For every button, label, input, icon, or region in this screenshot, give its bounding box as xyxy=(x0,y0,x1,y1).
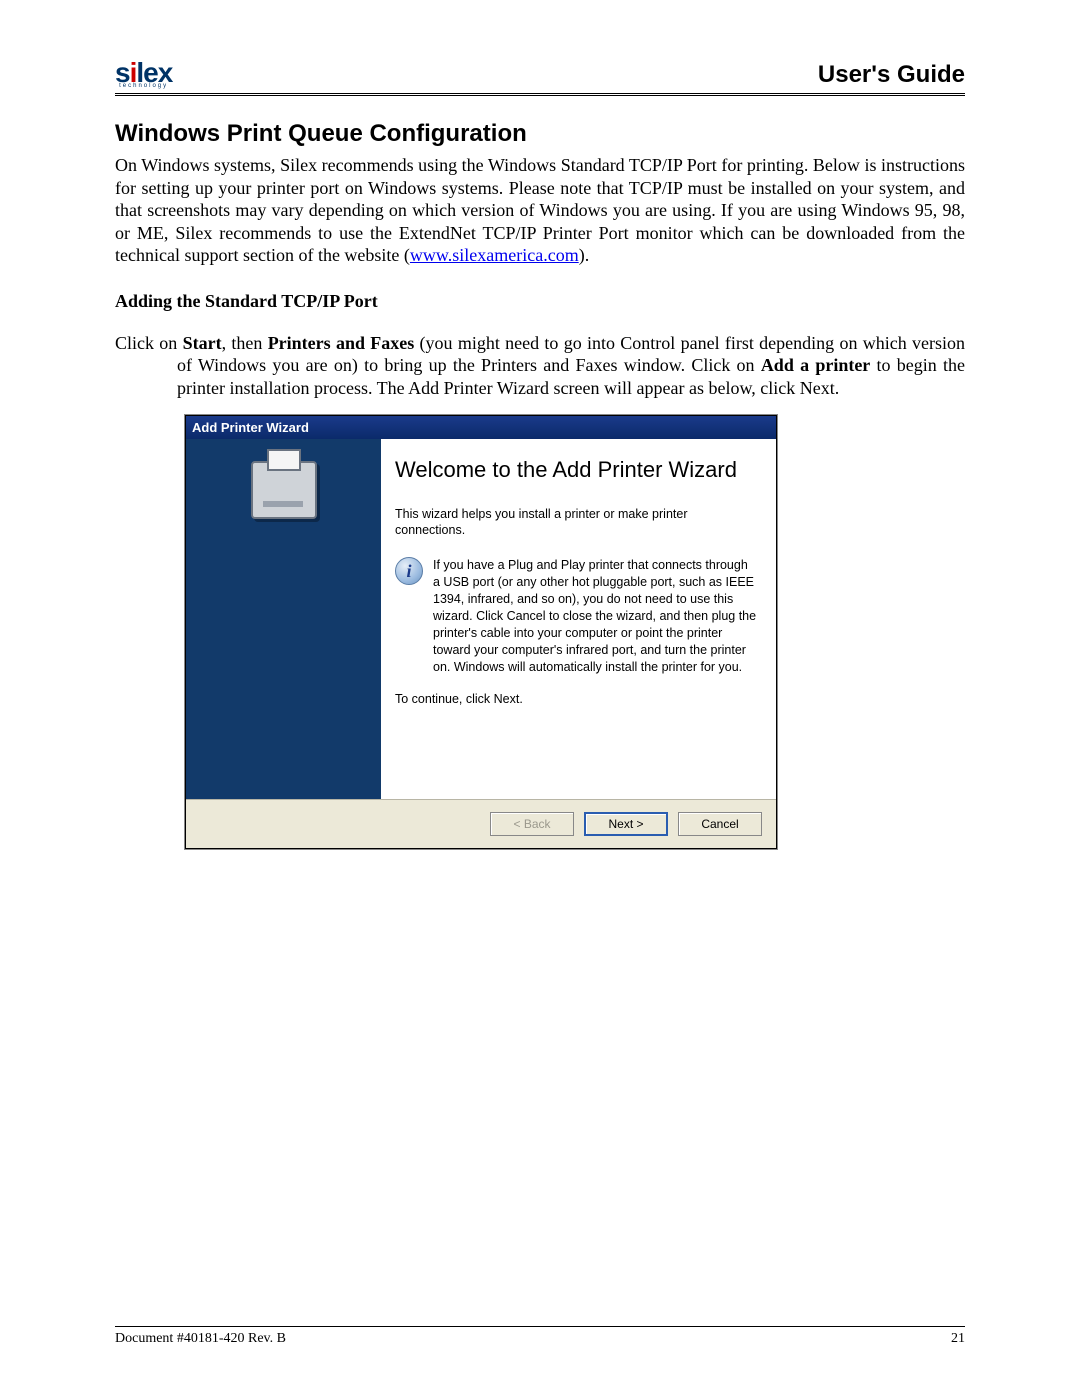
add-printer-wizard-window: Add Printer Wizard Welcome to the Add Pr… xyxy=(185,415,777,849)
printer-icon xyxy=(251,461,317,519)
subsection-heading: Adding the Standard TCP/IP Port xyxy=(115,291,965,312)
page-number: 21 xyxy=(951,1331,965,1347)
wizard-sidebar xyxy=(186,439,381,799)
brand-logo: silex technology xyxy=(115,60,172,89)
next-button[interactable]: Next > xyxy=(584,812,668,836)
page-header: silex technology User's Guide xyxy=(115,60,965,96)
document-title: User's Guide xyxy=(818,61,965,89)
website-link[interactable]: www.silexamerica.com xyxy=(410,245,579,265)
wizard-intro-text: This wizard helps you install a printer … xyxy=(395,506,758,540)
back-button: < Back xyxy=(490,812,574,836)
start-menu-label: Start xyxy=(183,333,222,353)
intro-paragraph: On Windows systems, Silex recommends usi… xyxy=(115,154,965,267)
wizard-button-bar: < Back Next > Cancel xyxy=(186,799,776,848)
wizard-content: Welcome to the Add Printer Wizard This w… xyxy=(381,439,776,799)
info-icon: i xyxy=(395,557,423,585)
wizard-heading: Welcome to the Add Printer Wizard xyxy=(395,457,758,483)
document-id: Document #40181-420 Rev. B xyxy=(115,1331,286,1347)
add-printer-label: Add a printer xyxy=(761,355,871,375)
cancel-button[interactable]: Cancel xyxy=(678,812,762,836)
brand-tagline: technology xyxy=(115,83,172,89)
section-heading: Windows Print Queue Configuration xyxy=(115,120,965,148)
intro-text-post: ). xyxy=(579,245,590,265)
wizard-continue-text: To continue, click Next. xyxy=(395,691,758,708)
page-footer: Document #40181-420 Rev. B 21 xyxy=(115,1326,965,1347)
wizard-info-text: If you have a Plug and Play printer that… xyxy=(433,557,758,675)
printers-faxes-label: Printers and Faxes xyxy=(268,333,415,353)
window-titlebar[interactable]: Add Printer Wizard xyxy=(186,416,776,439)
step-paragraph: Click on Start, then Printers and Faxes … xyxy=(115,332,965,400)
